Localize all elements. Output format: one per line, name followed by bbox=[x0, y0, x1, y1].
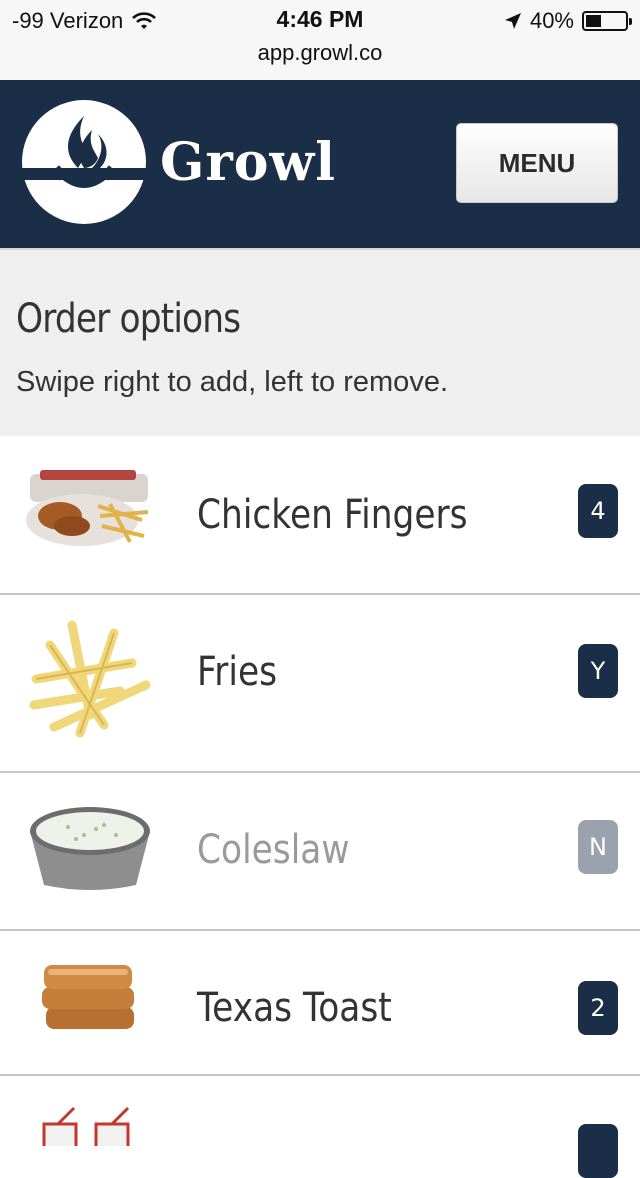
item-label: Coleslaw bbox=[197, 827, 350, 873]
fries-icon bbox=[29, 620, 151, 738]
url-bar[interactable]: app.growl.co bbox=[0, 40, 640, 66]
instructions: Swipe right to add, left to remove. bbox=[16, 366, 448, 398]
order-options-section: Order options Swipe right to add, left t… bbox=[0, 248, 640, 436]
location-arrow-icon bbox=[504, 13, 521, 29]
battery-percent: 40% bbox=[529, 8, 574, 33]
drink-icon bbox=[42, 1106, 130, 1146]
list-item[interactable]: Texas Toast 2 bbox=[0, 931, 640, 1076]
list-item[interactable]: Coleslaw N bbox=[0, 773, 640, 931]
page-title: Order options bbox=[16, 296, 241, 342]
battery-icon bbox=[582, 11, 632, 31]
brand-name: Growl bbox=[160, 132, 337, 193]
chicken-fingers-icon bbox=[26, 470, 149, 546]
quantity-badge[interactable]: Y bbox=[578, 644, 618, 698]
list-item[interactable]: Fries Y bbox=[0, 595, 640, 773]
item-label: Fries bbox=[197, 649, 278, 695]
coleslaw-icon bbox=[30, 807, 150, 890]
list-item[interactable] bbox=[0, 1076, 640, 1178]
texas-toast-icon bbox=[42, 965, 134, 1029]
list-item[interactable]: Chicken Fingers 4 bbox=[0, 436, 640, 595]
item-label: Chicken Fingers bbox=[197, 492, 468, 538]
quantity-badge[interactable]: 4 bbox=[578, 484, 618, 538]
menu-button[interactable]: MENU bbox=[456, 123, 618, 203]
quantity-badge[interactable]: N bbox=[578, 820, 618, 874]
item-label: Texas Toast bbox=[197, 985, 392, 1031]
battery-level bbox=[586, 15, 601, 27]
status-right: 40% bbox=[504, 8, 632, 34]
status-bar: -99 Verizon 4:46 PM 40% app.growl.co bbox=[0, 0, 640, 80]
quantity-badge[interactable] bbox=[578, 1124, 618, 1178]
growl-logo-icon[interactable] bbox=[22, 100, 146, 224]
quantity-badge[interactable]: 2 bbox=[578, 981, 618, 1035]
app-header: Growl MENU bbox=[0, 80, 640, 248]
